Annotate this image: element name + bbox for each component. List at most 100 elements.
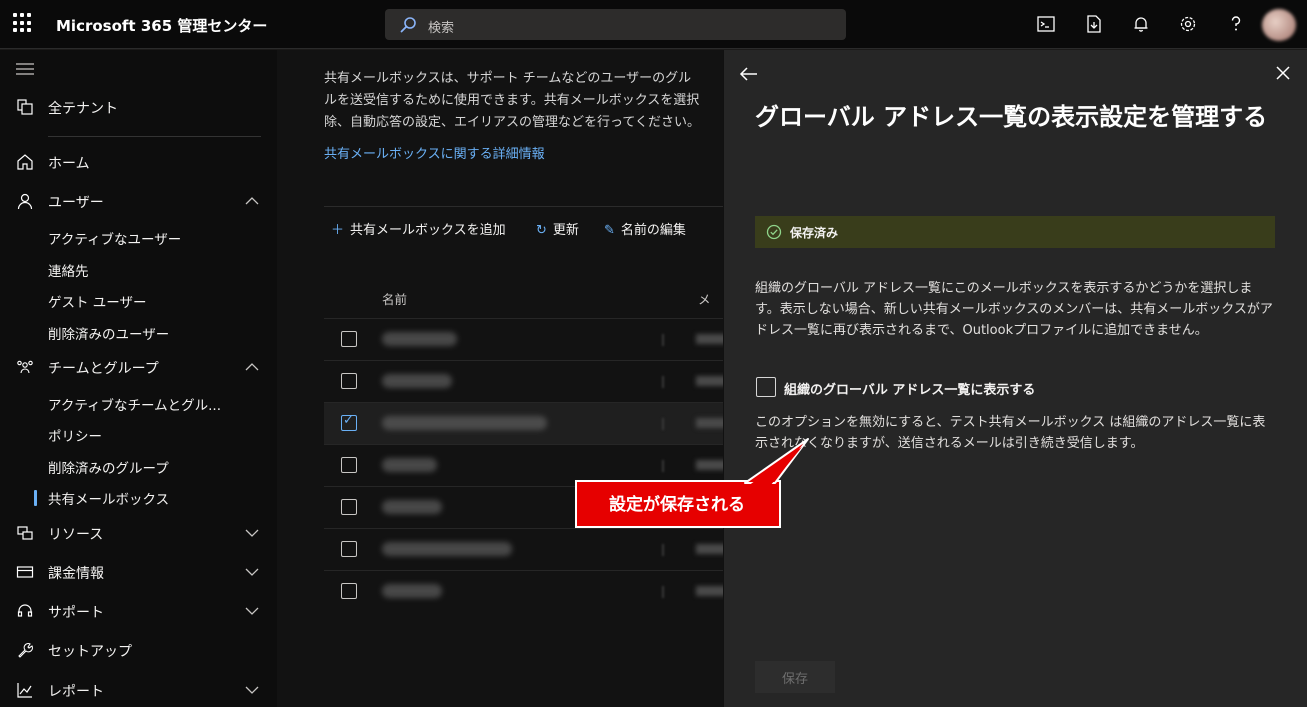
add-shared-mailbox-button[interactable]: ＋ 共有メールボックスを追加 [331, 219, 506, 239]
page-description-line: 除、自動応答の設定、エイリアスの管理などを行ってください。 [324, 115, 700, 130]
teams-icon [17, 360, 33, 374]
sidebar-item-label: ホーム [48, 156, 90, 172]
option-description: このオプションを無効にすると、テスト共有メールボックス は組織のアドレス一覧に表… [755, 415, 1266, 451]
search-box[interactable]: 検索 [385, 9, 846, 40]
page-description-line: 共有メールボックスは、サポート チームなどのユーザーのグル [324, 71, 692, 86]
terminal-icon[interactable] [1036, 14, 1056, 34]
row-checkbox[interactable] [341, 331, 357, 347]
refresh-label: 更新 [552, 223, 579, 238]
row-checkbox[interactable] [341, 457, 357, 473]
app-launcher-icon[interactable] [13, 13, 33, 33]
row-checkbox[interactable] [341, 373, 357, 389]
chevron-down-icon[interactable] [244, 565, 260, 579]
rename-label: 名前の編集 [620, 223, 686, 238]
sidebar-subitem-deleted-groups[interactable]: 削除済みのグループ [0, 453, 277, 479]
home-icon [17, 154, 33, 170]
blurred-email [696, 586, 723, 596]
sidebar-item-support[interactable]: サポート [0, 596, 277, 626]
blurred-separator [662, 544, 664, 556]
table-row[interactable] [324, 570, 723, 612]
avatar[interactable] [1262, 9, 1296, 41]
wrench-icon [18, 643, 33, 658]
sidebar-item-home[interactable]: ホーム [0, 147, 277, 177]
status-badge: 保存済み [755, 216, 1275, 248]
sidebar-subitem-active-teams[interactable]: アクティブなチームとグル... [0, 390, 277, 416]
sidebar-item-label: レポート [48, 684, 104, 700]
back-arrow-icon[interactable] [739, 65, 759, 83]
sidebar-item-label: サポート [48, 605, 104, 621]
sidebar-subitem-policies[interactable]: ポリシー [0, 421, 277, 447]
headset-icon [17, 604, 33, 617]
blurred-name [382, 584, 442, 598]
show-in-address-list-label[interactable]: 組織のグローバル アドレス一覧に表示する [784, 379, 1035, 398]
blurred-separator [662, 334, 664, 346]
sidebar-subitem-guest-users[interactable]: ゲスト ユーザー [0, 287, 277, 313]
sidebar-item-all-tenants[interactable]: 全テナント [0, 92, 277, 122]
app-title[interactable]: Microsoft 365 管理センター [56, 15, 267, 36]
status-text: 保存済み [790, 226, 839, 240]
callout-text: 設定が保存される [609, 495, 745, 515]
check-circle-icon [766, 224, 782, 240]
chevron-down-icon[interactable] [244, 683, 260, 697]
blurred-name [382, 416, 547, 430]
blurred-name [382, 374, 452, 388]
sidebar-item-label: 課金情報 [48, 566, 104, 582]
panel-description: 組織のグローバル アドレス一覧にこのメールボックスを表示するかどうかを選択します… [755, 281, 1273, 338]
row-checkbox-checked[interactable] [341, 413, 357, 431]
sidebar-subitem-shared-mailboxes[interactable]: 共有メールボックス [0, 484, 277, 510]
sidebar-subitem-contacts[interactable]: 連絡先 [0, 256, 277, 282]
blurred-email [696, 418, 723, 428]
column-header-email[interactable]: メ [698, 289, 711, 308]
search-icon [400, 17, 416, 33]
chevron-up-icon[interactable] [244, 360, 260, 374]
sidebar-item-billing[interactable]: 課金情報 [0, 557, 277, 587]
sidebar-subitem-label: アクティブなユーザー [48, 232, 182, 248]
chevron-down-icon[interactable] [244, 526, 260, 540]
row-checkbox[interactable] [341, 541, 357, 557]
sidebar-subitem-active-users[interactable]: アクティブなユーザー [0, 224, 277, 250]
rename-button[interactable]: ✎ 名前の編集 [604, 219, 686, 239]
blurred-name [382, 332, 457, 346]
sidebar-item-teams-groups[interactable]: チームとグループ [0, 352, 277, 382]
close-icon[interactable] [1275, 65, 1291, 81]
row-checkbox[interactable] [341, 583, 357, 599]
resources-icon [17, 526, 33, 540]
sidebar-item-setup[interactable]: セットアップ [0, 635, 277, 665]
panel-title: グローバル アドレス一覧の表示設定を管理する [755, 103, 1268, 131]
table-row[interactable] [324, 318, 723, 360]
blurred-name [382, 542, 512, 556]
sidebar-subitem-deleted-users[interactable]: 削除済みのユーザー [0, 319, 277, 345]
blurred-separator [662, 586, 664, 598]
save-button[interactable]: 保存 [755, 661, 835, 693]
column-header-name[interactable]: 名前 [382, 289, 407, 308]
chart-icon [17, 683, 32, 698]
refresh-button[interactable]: ↻ 更新 [536, 219, 579, 239]
sidebar-item-label: リソース [48, 527, 104, 543]
sidebar-subitem-label: ゲスト ユーザー [48, 295, 147, 311]
sidebar-divider [48, 136, 261, 137]
help-icon[interactable] [1226, 14, 1246, 34]
chevron-down-icon[interactable] [244, 604, 260, 618]
table-row[interactable] [324, 360, 723, 402]
sidebar-item-reports[interactable]: レポート [0, 675, 277, 705]
document-download-icon[interactable] [1084, 14, 1104, 34]
sidebar-item-label: セットアップ [48, 644, 132, 660]
billing-icon [16, 566, 34, 578]
refresh-icon: ↻ [536, 223, 547, 238]
row-checkbox[interactable] [341, 499, 357, 515]
sidebar-item-label: 全テナント [48, 101, 118, 117]
bell-icon[interactable] [1131, 14, 1151, 34]
show-in-address-list-checkbox[interactable] [756, 377, 776, 397]
sidebar-item-users[interactable]: ユーザー [0, 186, 277, 216]
top-bar: Microsoft 365 管理センター 検索 [0, 0, 1307, 49]
hamburger-icon[interactable] [16, 62, 34, 76]
search-placeholder: 検索 [428, 21, 455, 36]
chevron-up-icon[interactable] [244, 194, 260, 208]
learn-more-link[interactable]: 共有メールボックスに関する詳細情報 [324, 143, 545, 162]
sidebar-subitem-label: 削除済みのグループ [48, 461, 169, 477]
sidebar-item-resources[interactable]: リソース [0, 518, 277, 548]
sidebar-subitem-label: 連絡先 [48, 264, 89, 280]
person-icon [17, 193, 33, 210]
gear-icon[interactable] [1178, 14, 1198, 34]
sidebar: 全テナント ホーム ユーザー アクティブなユーザー 連絡先 ゲスト ユーザー 削… [0, 50, 277, 707]
